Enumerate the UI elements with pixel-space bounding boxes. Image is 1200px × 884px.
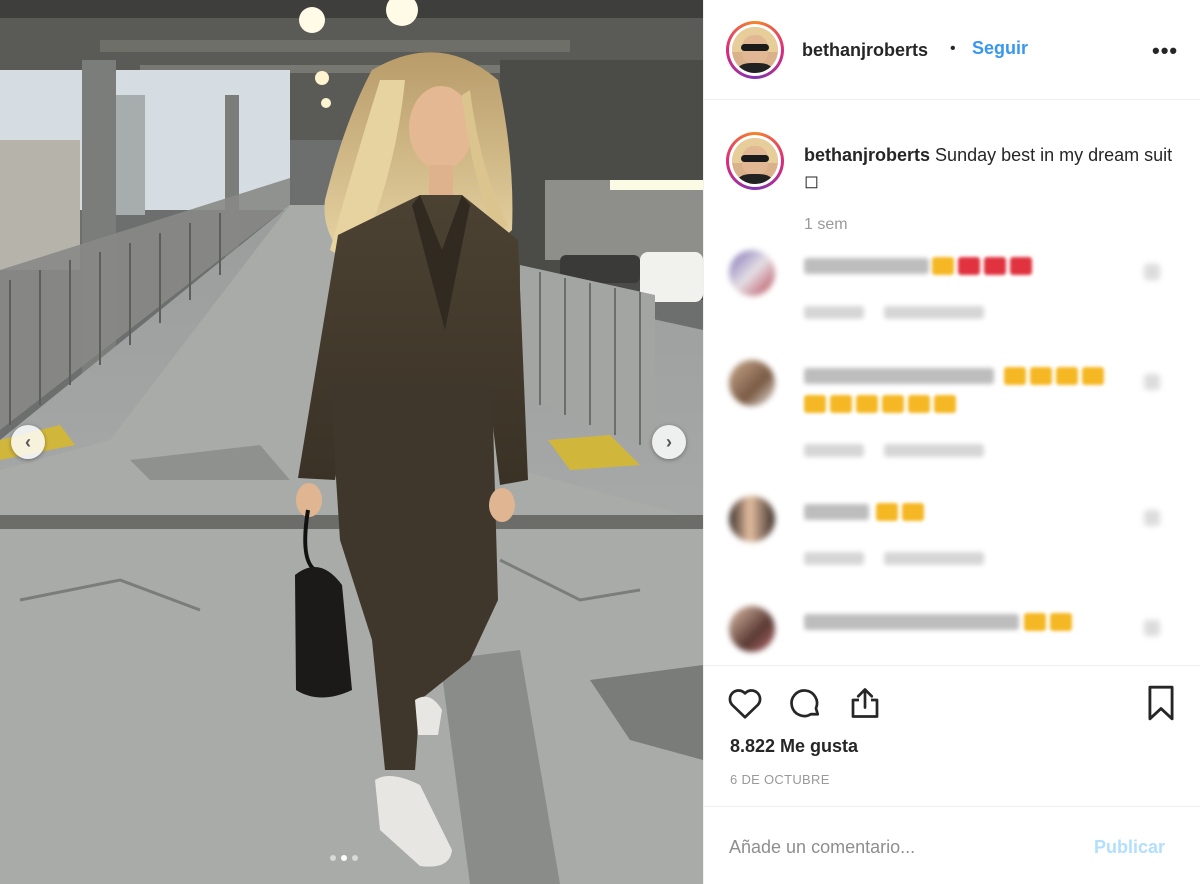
comment-emoji-blurred bbox=[876, 503, 924, 521]
chevron-right-icon: › bbox=[666, 432, 672, 452]
follow-button[interactable]: Seguir bbox=[972, 38, 1028, 59]
author-username[interactable]: bethanjroberts bbox=[802, 40, 928, 61]
comment-button[interactable] bbox=[786, 684, 824, 722]
comment-text-blurred bbox=[804, 614, 1019, 630]
comment-like-icon[interactable] bbox=[1144, 264, 1160, 280]
commenter-avatar[interactable] bbox=[729, 606, 775, 652]
like-button[interactable] bbox=[726, 684, 764, 722]
post-date: 6 DE OCTUBRE bbox=[730, 772, 830, 787]
header-separator: • bbox=[950, 40, 956, 57]
comment-meta-blurred bbox=[804, 444, 864, 457]
more-options-icon[interactable]: ••• bbox=[1152, 38, 1178, 64]
post-side-panel: bethanjroberts • Seguir ••• bethanjrober… bbox=[703, 0, 1200, 884]
save-button[interactable] bbox=[1142, 684, 1180, 722]
add-comment-bar: Publicar bbox=[704, 806, 1200, 884]
comment-reply-blurred[interactable] bbox=[884, 444, 984, 457]
comment-reply-blurred[interactable] bbox=[884, 552, 984, 565]
bookmark-icon bbox=[1148, 685, 1174, 721]
caption-timestamp: 1 sem bbox=[804, 216, 848, 233]
commenter-avatar[interactable] bbox=[729, 250, 775, 296]
post-actions-bar bbox=[704, 665, 1200, 740]
likes-count[interactable]: 8.822 Me gusta bbox=[730, 736, 858, 757]
comment-like-icon[interactable] bbox=[1144, 374, 1160, 390]
comment-emoji-blurred bbox=[1024, 613, 1072, 631]
author-avatar[interactable] bbox=[726, 21, 784, 79]
caption-avatar[interactable] bbox=[726, 132, 784, 190]
carousel-dot bbox=[330, 855, 336, 861]
publish-button[interactable]: Publicar bbox=[1094, 837, 1165, 858]
carousel-dot-active bbox=[341, 855, 347, 861]
comment-like-icon[interactable] bbox=[1144, 620, 1160, 636]
comment-reply-blurred[interactable] bbox=[884, 306, 984, 319]
comment-text-blurred bbox=[804, 368, 994, 384]
comment-emoji-blurred bbox=[1004, 367, 1104, 385]
carousel-indicator bbox=[330, 855, 358, 861]
post-header: bethanjroberts • Seguir ••• bbox=[704, 0, 1200, 100]
comment-meta-blurred bbox=[804, 552, 864, 565]
share-button[interactable] bbox=[846, 684, 884, 722]
comment-text-blurred bbox=[804, 504, 869, 520]
comment-like-icon[interactable] bbox=[1144, 510, 1160, 526]
caption-username[interactable]: bethanjroberts bbox=[804, 145, 930, 165]
share-icon bbox=[851, 688, 879, 718]
comment-emoji-blurred bbox=[804, 395, 956, 413]
comment-emoji-blurred bbox=[932, 257, 1032, 275]
post-photo: ‹ › bbox=[0, 0, 703, 884]
commenter-avatar[interactable] bbox=[729, 360, 775, 406]
chevron-left-icon: ‹ bbox=[25, 432, 31, 452]
commenter-avatar[interactable] bbox=[729, 496, 775, 542]
comment-input[interactable] bbox=[729, 831, 1069, 863]
post-caption: bethanjroberts Sunday best in my dream s… bbox=[804, 142, 1174, 194]
comment-bubble-icon bbox=[790, 689, 820, 718]
comment-text-blurred bbox=[804, 258, 929, 274]
photo-image bbox=[0, 0, 703, 884]
carousel-prev-button[interactable]: ‹ bbox=[11, 425, 45, 459]
carousel-next-button[interactable]: › bbox=[652, 425, 686, 459]
heart-icon bbox=[728, 689, 762, 719]
comment-meta-blurred bbox=[804, 306, 864, 319]
carousel-dot bbox=[352, 855, 358, 861]
